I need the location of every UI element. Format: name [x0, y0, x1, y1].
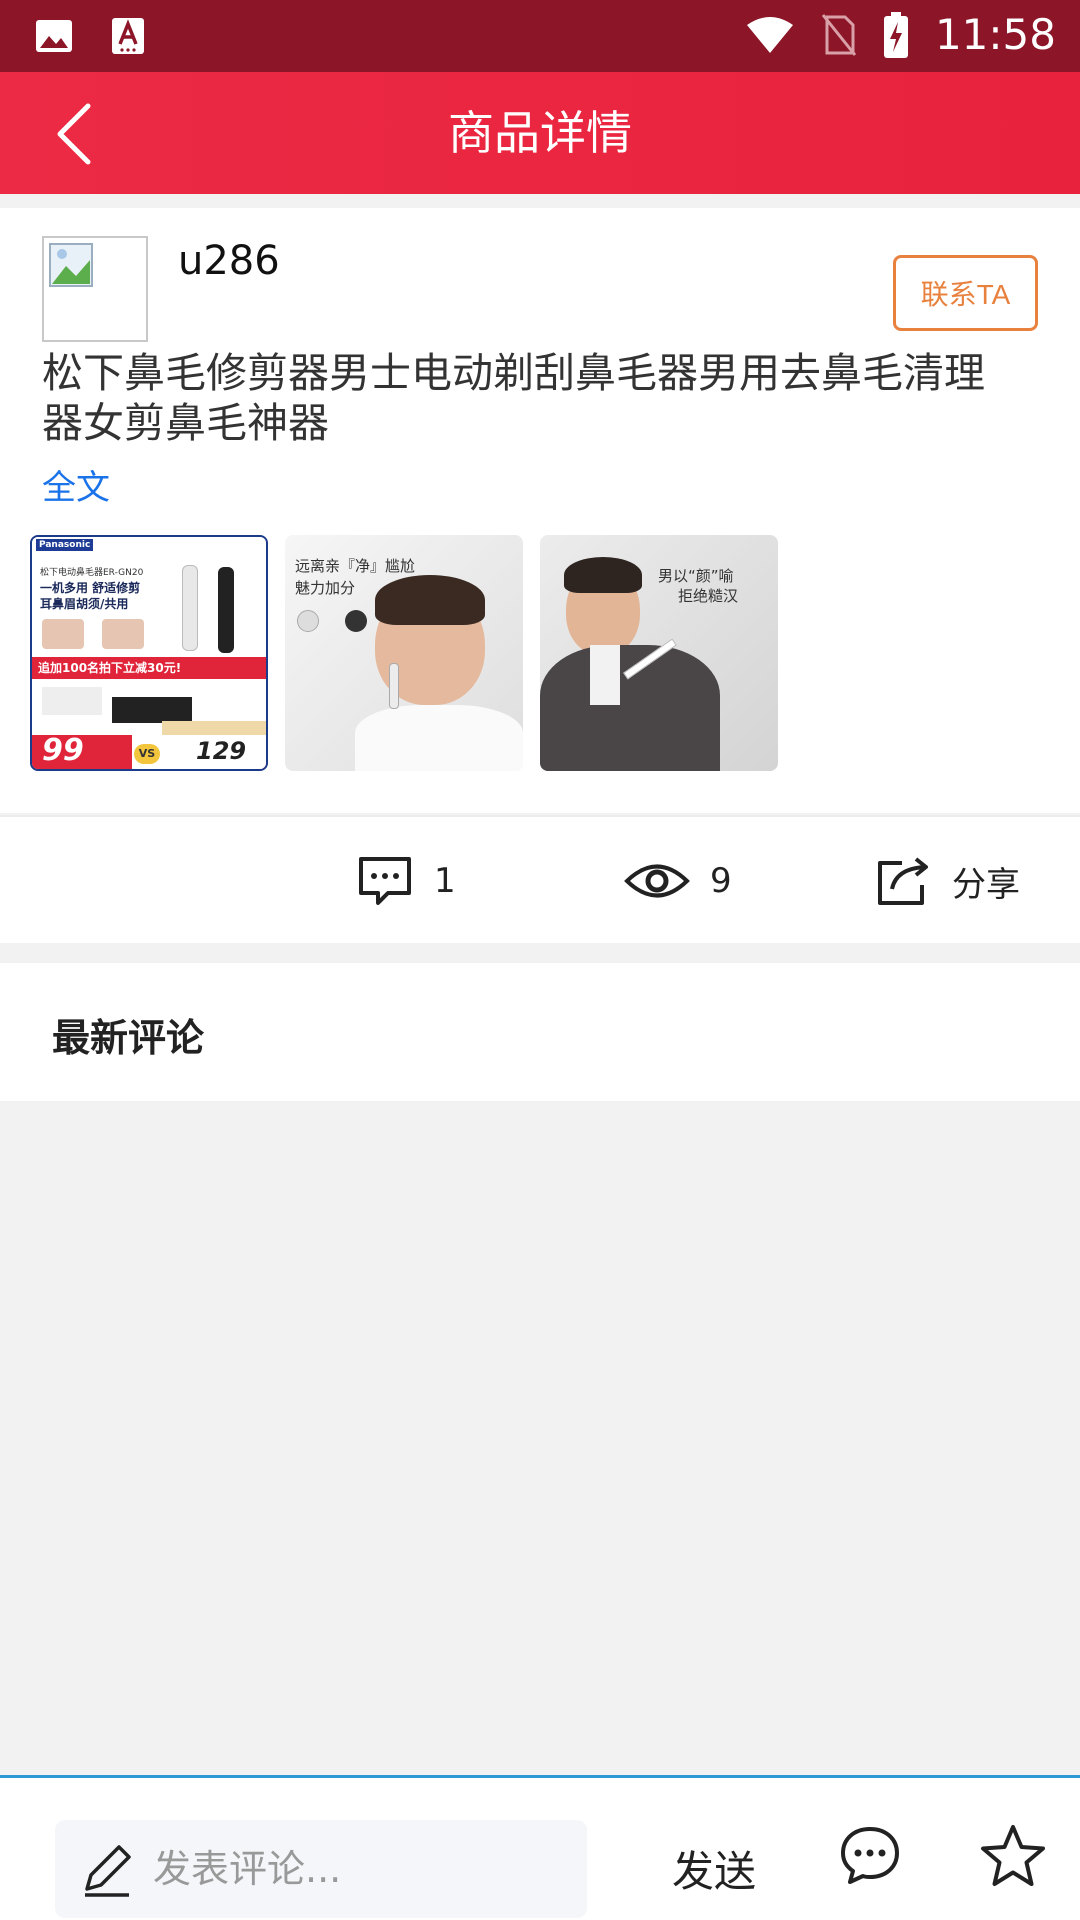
image-gallery: Panasonic 松下电动鼻毛器ER-GN20 一机多用 舒适修剪 耳鼻眉胡须…: [30, 535, 778, 771]
comment-input[interactable]: [153, 1847, 553, 1891]
eye-icon: [624, 864, 690, 898]
view-count-value: 9: [710, 861, 732, 901]
text-app-icon: [112, 18, 144, 54]
page-title: 商品详情: [448, 106, 632, 160]
image-brand: Panasonic: [36, 539, 94, 551]
chat-button[interactable]: [838, 1823, 902, 1887]
product-image-2[interactable]: 远离亲『净』尴尬 魅力加分: [285, 535, 523, 771]
battery-charging-icon: [883, 11, 908, 58]
send-button[interactable]: 发送: [672, 1838, 756, 1899]
image-caption-2: 魅力加分: [295, 579, 356, 597]
share-icon: [878, 857, 928, 905]
star-icon: [981, 1825, 1045, 1886]
pencil-icon: [85, 1845, 131, 1897]
comment-input-box[interactable]: [55, 1820, 587, 1918]
bottom-bar: 发送: [0, 1775, 1080, 1920]
stats-bar: 1 9 分享: [0, 815, 1080, 943]
share-button[interactable]: 分享: [874, 817, 1020, 945]
no-sim-icon: [821, 13, 857, 56]
image-headline-2: 耳鼻眉胡须/共用: [40, 597, 129, 611]
post-card: u286 联系TA 松下鼻毛修剪器男士电动剃刮鼻毛器男用去鼻毛清理器女剪鼻毛神器…: [0, 208, 1080, 813]
post-text: 松下鼻毛修剪器男士电动剃刮鼻毛器男用去鼻毛清理器女剪鼻毛神器: [42, 349, 985, 447]
image-caption-2: 拒绝糙汉: [678, 587, 739, 605]
image-caption-1: 远离亲『净』尴尬: [295, 557, 416, 575]
status-bar: 11:58: [0, 0, 1080, 72]
image-headline-1: 一机多用 舒适修剪: [40, 581, 141, 595]
chat-bubble-icon: [841, 1827, 899, 1884]
comment-count: 1: [434, 861, 456, 901]
product-image-3[interactable]: 男以“颜”喻 拒绝糙汉: [540, 535, 778, 771]
back-button[interactable]: [50, 98, 130, 170]
wifi-icon: [746, 16, 793, 53]
comment-count-button[interactable]: 1: [356, 817, 456, 945]
broken-image-icon: [49, 243, 93, 287]
image-price-right: 129: [196, 737, 247, 765]
comments-section: 最新评论: [0, 963, 1080, 1101]
chevron-left-icon: [57, 103, 91, 165]
image-price-left: 99: [42, 733, 84, 768]
view-count: 9: [624, 817, 732, 945]
full-text-link[interactable]: 全文: [42, 460, 110, 509]
contact-button[interactable]: 联系TA: [893, 255, 1038, 331]
image-caption-1: 男以“颜”喻: [658, 567, 734, 585]
product-image-1[interactable]: Panasonic 松下电动鼻毛器ER-GN20 一机多用 舒适修剪 耳鼻眉胡须…: [30, 535, 268, 771]
comment-icon: [359, 857, 411, 905]
status-time: 11:58: [934, 10, 1056, 59]
avatar[interactable]: [42, 236, 148, 342]
username[interactable]: u286: [178, 238, 280, 284]
favorite-button[interactable]: [980, 1823, 1046, 1889]
image-vs: VS: [134, 744, 160, 764]
comments-title: 最新评论: [52, 1016, 205, 1060]
gallery-icon: [36, 20, 72, 52]
image-promo: 追加100名拍下立减30元!: [32, 657, 266, 679]
share-label: 分享: [952, 864, 1020, 905]
app-bar: 商品详情: [0, 72, 1080, 194]
image-model: 松下电动鼻毛器ER-GN20: [40, 568, 144, 578]
